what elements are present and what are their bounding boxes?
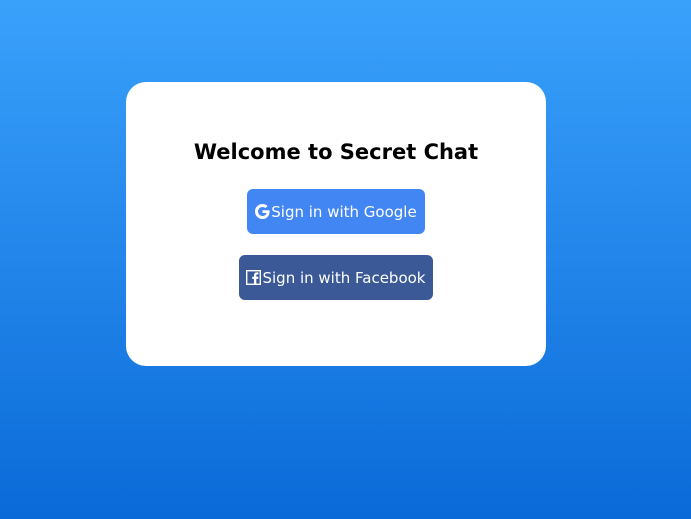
page-title: Welcome to Secret Chat <box>193 140 479 164</box>
google-signin-button[interactable]: Sign in with Google <box>247 189 425 234</box>
google-icon <box>255 204 270 219</box>
facebook-signin-button[interactable]: Sign in with Facebook <box>239 255 433 300</box>
google-signin-label: Sign in with Google <box>271 202 417 221</box>
facebook-signin-label: Sign in with Facebook <box>262 268 426 287</box>
login-card: Welcome to Secret Chat Sign in with Goog… <box>126 82 546 366</box>
facebook-icon <box>246 270 262 285</box>
